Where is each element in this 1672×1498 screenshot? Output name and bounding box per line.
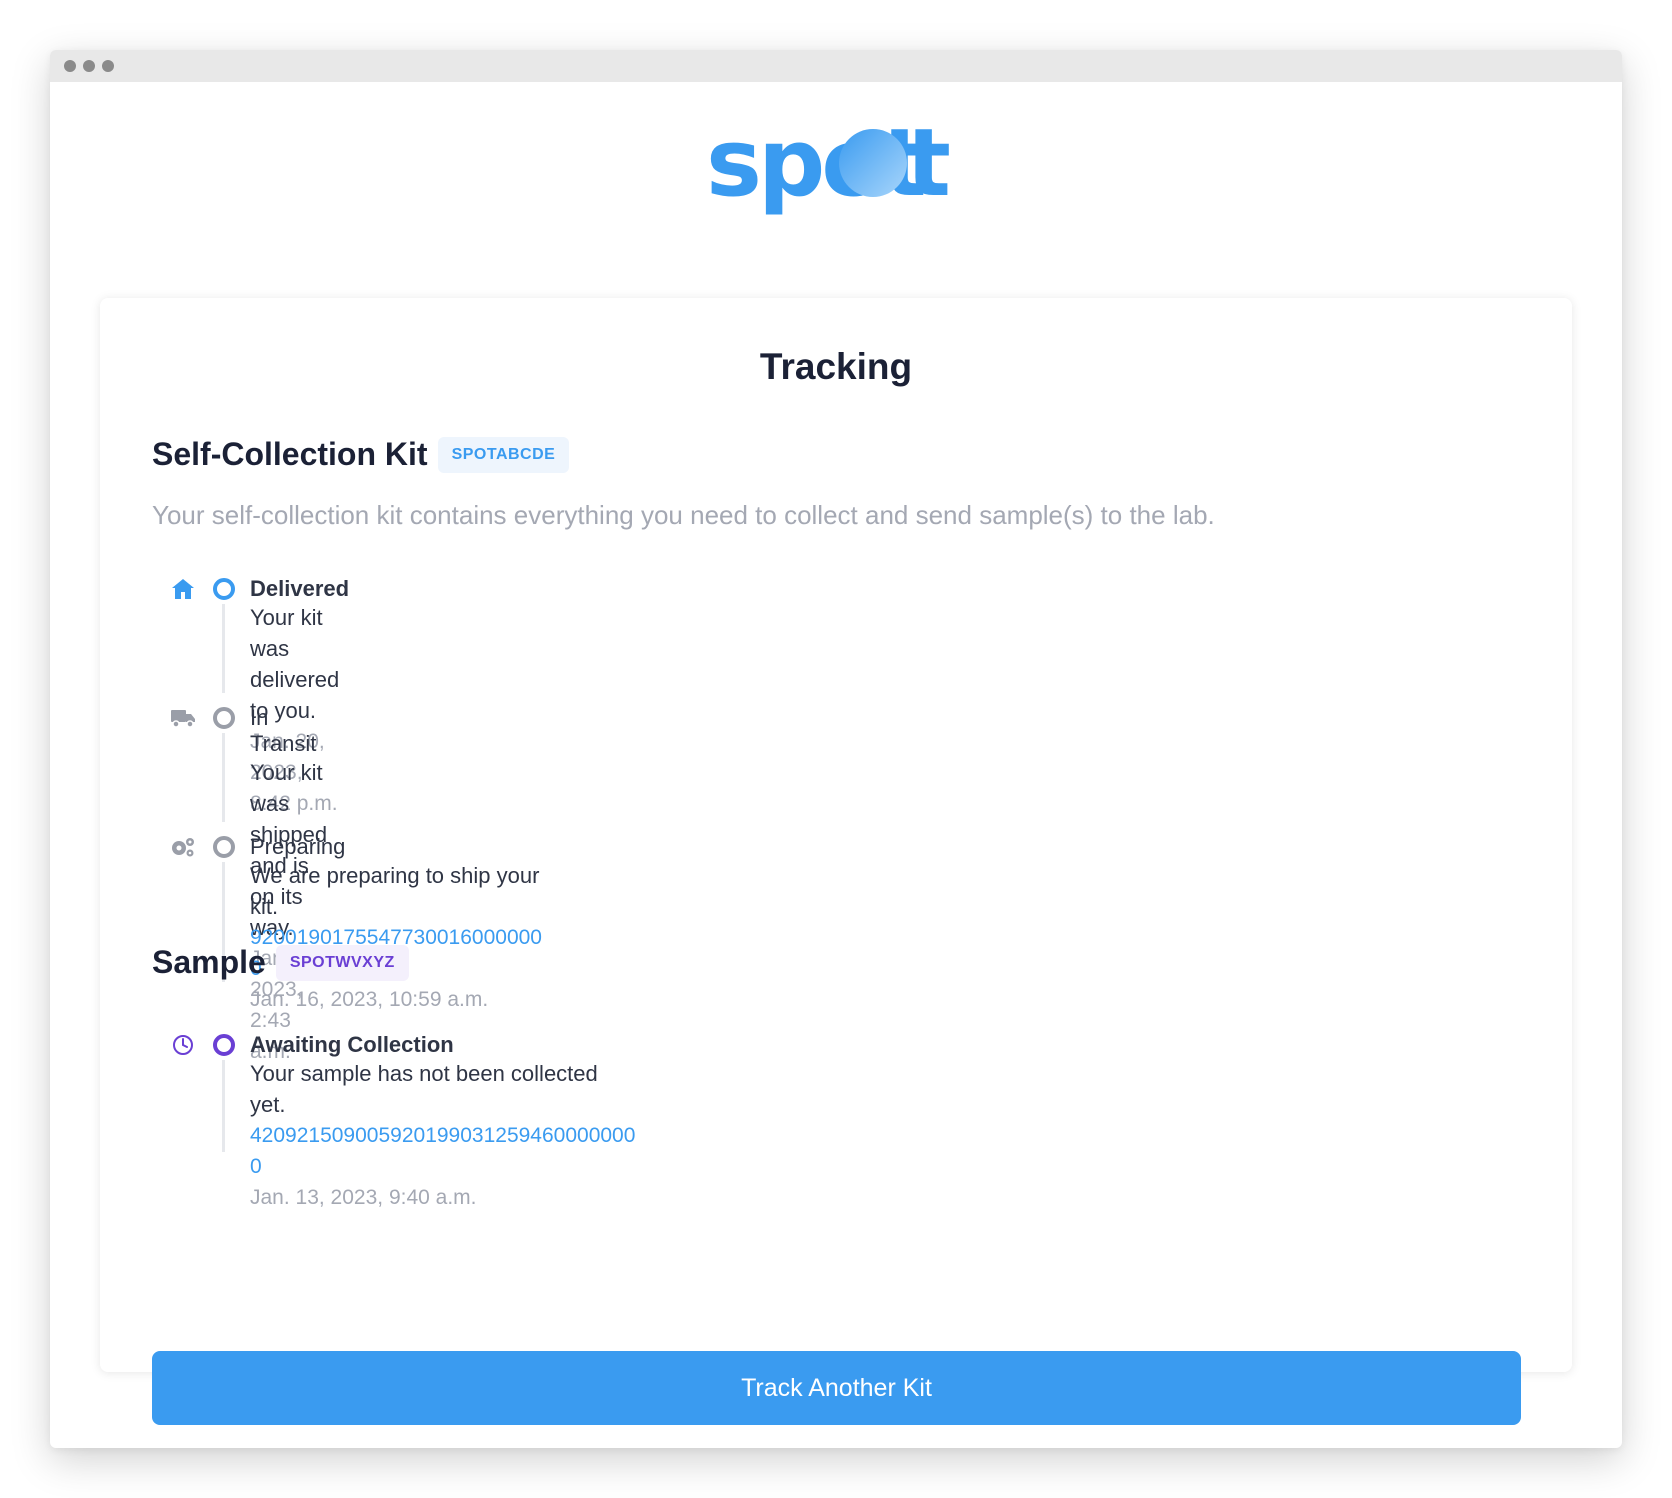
gears-icon [170, 834, 196, 860]
step-status: Awaiting Collection [250, 1032, 454, 1057]
window-titlebar [50, 50, 1622, 82]
timeline-connector [222, 733, 225, 822]
step-description: Your sample has not been collected yet. [250, 1061, 598, 1117]
status-ring [213, 578, 235, 600]
status-ring [213, 707, 235, 729]
kit-description: Your self-collection kit contains everyt… [152, 500, 1215, 530]
sample-section-header: Sample SPOTWVXYZ [152, 944, 409, 981]
truck-icon [170, 705, 196, 731]
timeline-connector [222, 1060, 225, 1152]
page-title: Tracking [759, 346, 913, 387]
tracking-card: Tracking Self-Collection Kit SPOTABCDE Y… [100, 298, 1572, 1425]
window-control-dot[interactable] [83, 60, 95, 72]
status-ring [213, 1034, 235, 1056]
step-timestamp: Jan. 16, 2023, 10:59 a.m. [250, 988, 489, 1011]
kit-section-title: Self-Collection Kit [152, 436, 428, 472]
tracking-number-link[interactable]: 420921509005920199031259460000000​0 [250, 1120, 635, 1182]
track-another-kit-button[interactable]: Track Another Kit [152, 1351, 1521, 1425]
step-status: Delivered [250, 576, 350, 601]
timeline-connector [222, 604, 225, 693]
clock-icon [170, 1032, 196, 1058]
step-timestamp: Jan. 13, 2023, 9:40 a.m. [250, 1186, 477, 1209]
step-status: In Transit [250, 705, 317, 756]
logo-letter-t: t [906, 110, 951, 218]
logo-dot [839, 129, 907, 197]
browser-window: spot t Tracking Self-Collection Kit SPOT… [50, 50, 1622, 1448]
kit-section-header: Self-Collection Kit SPOTABCDE [152, 436, 570, 473]
kit-id-badge: SPOTABCDE [437, 436, 570, 473]
window-control-dot[interactable] [102, 60, 114, 72]
status-ring [213, 836, 235, 858]
logo: spot t [50, 110, 1622, 222]
step-description: We are preparing to ship your kit. [250, 863, 540, 919]
home-icon [170, 576, 196, 602]
sample-id-badge: SPOTWVXYZ [275, 944, 409, 981]
step-status: Preparing [250, 834, 346, 859]
window-control-dot[interactable] [64, 60, 76, 72]
spot-logo: spot t [706, 110, 951, 218]
sample-section-title: Sample [152, 944, 266, 980]
